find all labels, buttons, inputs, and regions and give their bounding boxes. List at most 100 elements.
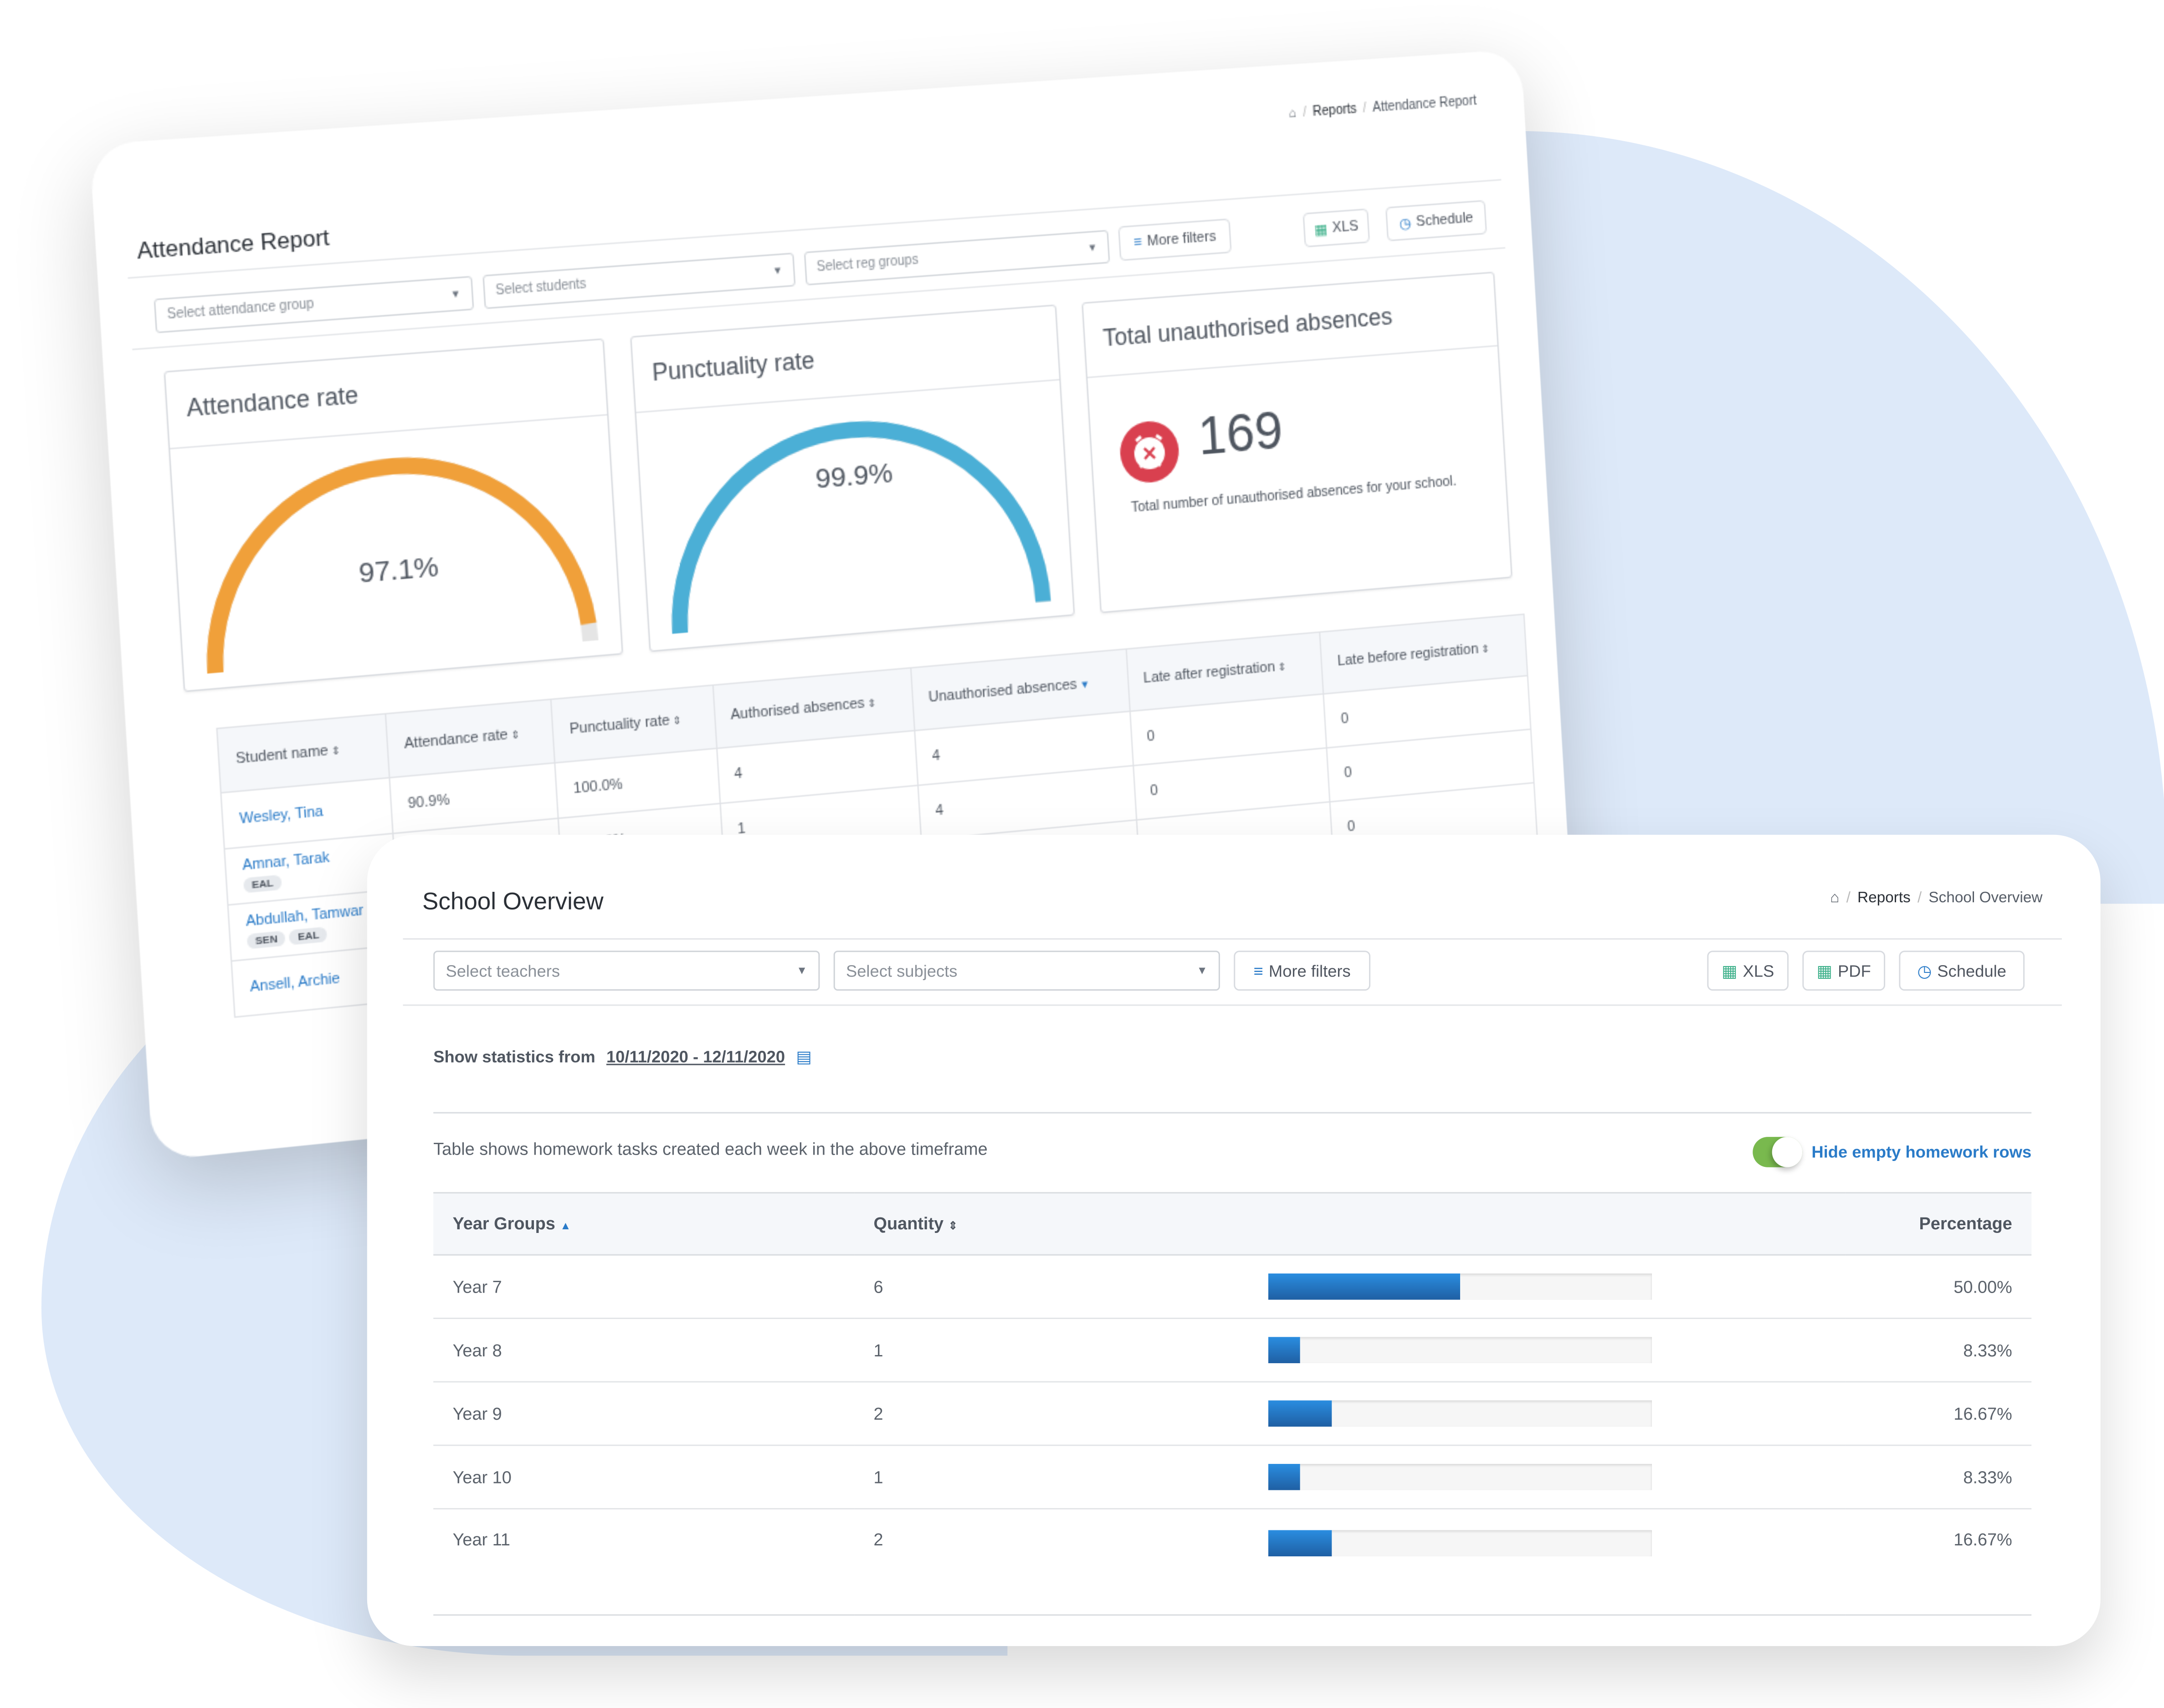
sort-icon: ⇕ [508,728,520,742]
widget-title: Total unauthorised absences [1083,273,1497,378]
student-tag-badge: SEN [246,930,287,949]
page-title: Attendance Report [136,225,330,265]
stage: ⌂ / Reports / Attendance Report Attendan… [0,0,2164,1708]
quantity-cell: 1 [854,1318,1249,1383]
progress-bar-fill [1268,1273,1460,1300]
quantity-cell: 6 [854,1255,1249,1319]
progress-bar [1268,1273,1652,1300]
reg-groups-select[interactable]: Select reg groups ▼ [804,230,1110,286]
attendance-rate-widget: Attendance rate 97.1% [164,338,623,692]
pdf-file-icon: ▦ [1816,961,1832,981]
alarm-clock-x-icon [1118,419,1181,485]
sort-icon: ⇕ [328,744,341,758]
unauthorised-absences-widget: Total unauthorised absences 169 Total nu… [1082,271,1513,614]
teachers-select[interactable]: Select teachers ▼ [433,951,820,991]
chevron-down-icon: ▼ [1087,241,1098,254]
student-link[interactable]: Wesley, Tina [239,799,375,828]
statistics-range: Show statistics from 10/11/2020 - 12/11/… [433,1047,812,1066]
breadcrumb-current: School Overview [1928,890,2043,907]
xls-export-button[interactable]: ▦ XLS [1303,208,1370,248]
progress-cell [1249,1509,1846,1616]
progress-cell [1249,1318,1846,1383]
sliders-icon: ≡ [1133,234,1143,251]
clock-icon: ◷ [1399,215,1412,232]
percentage-cell: 50.00% [1845,1255,2032,1319]
progress-cell [1249,1381,1846,1446]
breadcrumb: ⌂ / Reports / Attendance Report [1288,94,1477,122]
quantity-cell: 2 [854,1381,1249,1446]
column-header-bar [1249,1192,1846,1256]
table-row: Year 9 2 16.67% [433,1381,2032,1446]
chevron-down-icon: ▼ [796,964,808,977]
calendar-icon[interactable]: ▤ [796,1047,811,1066]
progress-bar-fill [1268,1464,1301,1490]
sort-icon: ⇕ [1274,660,1287,674]
progress-bar-fill [1268,1530,1333,1557]
year-group-cell: Year 11 [433,1509,855,1616]
breadcrumb: ⌂ / Reports / School Overview [1830,890,2043,907]
toggle-switch[interactable] [1752,1137,1802,1167]
progress-bar-fill [1268,1400,1333,1427]
subjects-select[interactable]: Select subjects ▼ [833,951,1220,991]
progress-bar [1268,1530,1652,1557]
table-row: Year 11 2 16.67% [433,1509,2032,1616]
progress-bar [1268,1337,1652,1363]
sort-icon: ⇕ [1478,643,1490,656]
school-overview-card: School Overview ⌂ / Reports / School Ove… [367,834,2101,1646]
clock-icon: ◷ [1917,961,1932,981]
student-tag-badge: EAL [289,926,328,946]
page-title: School Overview [422,887,604,915]
progress-cell [1249,1255,1846,1319]
punctuality-gauge [636,380,1073,650]
quantity-cell: 1 [854,1445,1249,1510]
student-tag-badge: EAL [243,874,282,893]
quantity-cell: 2 [854,1509,1249,1616]
percentage-cell: 16.67% [1845,1381,2032,1446]
divider [403,938,2062,940]
chevron-down-icon: ▼ [1196,964,1208,977]
attendance-group-select[interactable]: Select attendance group ▼ [154,276,474,333]
percentage-cell: 16.67% [1845,1509,2032,1616]
date-range-link[interactable]: 10/11/2020 - 12/11/2020 [606,1047,785,1066]
student-link[interactable]: Ansell, Archie [250,967,385,996]
year-group-cell: Year 10 [433,1445,855,1510]
column-header-percentage: Percentage [1845,1192,2032,1256]
year-group-cell: Year 9 [433,1381,855,1446]
sort-icon: ⇕ [669,714,682,728]
percentage-cell: 8.33% [1845,1445,2032,1510]
punctuality-rate-widget: Punctuality rate 99.9% [630,304,1075,652]
sort-desc-icon: ▼ [1077,678,1091,691]
home-icon[interactable]: ⌂ [1289,107,1297,122]
sort-asc-icon: ▲ [560,1219,571,1232]
excel-file-icon: ▦ [1313,221,1328,238]
more-filters-button[interactable]: ≡ More filters [1118,218,1232,261]
schedule-button[interactable]: ◷ Schedule [1385,200,1487,241]
table-description: Table shows homework tasks created each … [433,1140,988,1159]
pdf-export-button[interactable]: ▦ PDF [1802,951,1886,991]
breadcrumb-reports[interactable]: Reports [1857,890,1911,906]
column-header-year-groups[interactable]: Year Groups ▲ [433,1192,855,1256]
more-filters-button[interactable]: ≡ More filters [1234,951,1371,991]
table-row: Year 10 1 8.33% [433,1445,2032,1510]
column-header-quantity[interactable]: Quantity ⇕ [854,1192,1249,1256]
gauge-fill [668,415,1043,633]
xls-export-button[interactable]: ▦ XLS [1707,951,1789,991]
year-group-cell: Year 7 [433,1255,855,1319]
hide-empty-rows-toggle[interactable]: Hide empty homework rows [1752,1137,2031,1167]
toggle-label[interactable]: Hide empty homework rows [1811,1142,2031,1161]
divider [433,1112,2032,1114]
progress-bar [1268,1464,1652,1490]
table-header-row: Year Groups ▲ Quantity ⇕ Percentage [433,1192,2032,1256]
home-icon[interactable]: ⌂ [1830,890,1839,906]
table-row: Year 7 6 50.00% [433,1255,2032,1319]
excel-file-icon: ▦ [1722,961,1738,981]
divider [403,1004,2062,1006]
breadcrumb-current: Attendance Report [1372,94,1477,116]
students-select[interactable]: Select students ▼ [482,252,796,309]
schedule-button[interactable]: ◷ Schedule [1899,951,2025,991]
homework-table: Year Groups ▲ Quantity ⇕ Percentage Year… [433,1192,2032,1616]
breadcrumb-reports[interactable]: Reports [1313,102,1357,120]
sort-icon: ⇕ [864,697,877,711]
sort-icon: ⇕ [948,1219,958,1232]
year-group-cell: Year 8 [433,1318,855,1383]
